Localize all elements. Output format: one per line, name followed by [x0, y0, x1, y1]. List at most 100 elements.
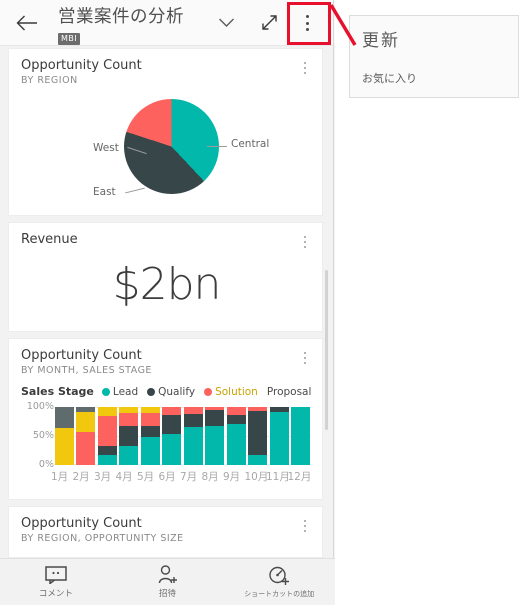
bar-segment-lead: [162, 433, 181, 465]
tile-title-block: Opportunity Count BY REGION, OPPORTUNITY…: [21, 516, 184, 544]
x-axis-tick: 1月: [51, 471, 69, 483]
tile-opportunity-count-by-region[interactable]: Opportunity Count BY REGION West Central…: [8, 48, 323, 216]
legend-item-solution[interactable]: Solution: [204, 386, 258, 398]
pie-disc: [124, 99, 219, 194]
fullscreen-button[interactable]: [255, 9, 283, 35]
tile-more-button-revenue[interactable]: [298, 233, 312, 251]
tile-title: Opportunity Count: [21, 348, 142, 363]
more-vertical-icon-dot-2: [303, 66, 307, 70]
pie-leader-east: [125, 187, 145, 194]
invite-person-add-icon: [158, 565, 177, 584]
tile-title: Revenue: [21, 232, 78, 247]
phone-viewport: 営業案件の分析 MBI Opportunity Count BY REGION …: [0, 0, 335, 605]
report-title-block: 営業案件の分析 MBI: [58, 3, 184, 46]
more-vertical-icon-dot-2: [305, 21, 309, 25]
tile-more-button-bar[interactable]: [298, 349, 312, 367]
more-vertical-icon-dot-1: [303, 235, 307, 238]
x-axis-tick: 5月: [137, 471, 155, 483]
screenshot-root: 営業案件の分析 MBI Opportunity Count BY REGION …: [0, 0, 520, 605]
page-title: 営業案件の分析: [58, 7, 184, 27]
x-axis-tick: 3月: [94, 471, 112, 483]
legend-swatch-solution: [204, 387, 213, 396]
bar-segment-solution: [140, 413, 160, 426]
nav-comment[interactable]: コメント: [0, 565, 112, 599]
viewport-edge-divider: [333, 0, 334, 558]
pie-leader-central: [207, 146, 227, 147]
tile-more-button-pie[interactable]: [298, 59, 312, 77]
bar-segment-lead: [226, 424, 246, 465]
tile-title-block: Revenue: [21, 232, 78, 247]
x-axis-tick: 4月: [115, 471, 133, 483]
more-vertical-icon-dot-2: [303, 524, 307, 528]
x-axis-tick: 9月: [223, 471, 241, 483]
pie-label-central: Central: [231, 138, 270, 150]
legend-label-qualify: Qualify: [158, 385, 196, 398]
bar-8月[interactable]: [205, 407, 224, 465]
x-axis-tick: 11月: [266, 471, 290, 483]
vertical-scrollbar[interactable]: [325, 270, 328, 430]
bar-segment-lead: [97, 454, 117, 465]
legend-item-qualify[interactable]: Qualify: [147, 386, 195, 398]
bar-7月[interactable]: [183, 407, 203, 465]
report-pages-dropdown-button[interactable]: [212, 9, 240, 35]
bar-segment-solution: [76, 431, 95, 465]
more-vertical-icon-dot-3: [305, 28, 309, 31]
x-axis-tick: 2月: [72, 471, 90, 483]
tile-revenue[interactable]: Revenue $2bn: [8, 222, 323, 332]
bar-4月[interactable]: [119, 407, 138, 465]
bar-segment-proposal: [97, 407, 117, 417]
workspace-badge: MBI: [58, 33, 81, 45]
menu-item-favorite[interactable]: お気に入り: [362, 70, 417, 86]
bar-12月[interactable]: [291, 407, 310, 465]
bar-segment-qualify: [97, 445, 117, 455]
bar-segment-qualify: [226, 414, 246, 425]
nav-add-shortcut[interactable]: ショートカットの追加: [223, 566, 335, 599]
bar-segment-qualify: [119, 426, 138, 447]
context-menu[interactable]: 更新 お気に入り: [349, 15, 519, 98]
legend-label-proposal: Proposal: [266, 385, 312, 398]
bar-3月[interactable]: [97, 407, 117, 465]
back-arrow-icon: [16, 15, 37, 31]
legend-title: Sales Stage: [21, 385, 94, 398]
bar-segment-qualify: [183, 413, 203, 428]
bar-5月[interactable]: [140, 407, 160, 465]
bar-2月[interactable]: [76, 407, 95, 465]
menu-item-refresh[interactable]: 更新: [362, 26, 400, 51]
x-axis-tick: 12月: [287, 471, 312, 483]
bar-segment-lead: [291, 407, 310, 465]
report-canvas[interactable]: Opportunity Count BY REGION West Central…: [0, 46, 335, 558]
add-shortcut-gauge-icon: [269, 566, 290, 585]
bar-6月[interactable]: [162, 407, 181, 465]
more-vertical-icon-dot-2: [303, 356, 307, 360]
y-axis-tick: 0%: [38, 459, 54, 470]
bar-segment-proposal: [54, 428, 74, 465]
nav-comment-label: コメント: [38, 588, 73, 599]
bar-segment-solution: [162, 407, 181, 416]
x-axis-tick: 10月: [244, 471, 269, 483]
tile-more-button-bottom[interactable]: [298, 517, 312, 535]
more-vertical-icon-dot-1: [303, 351, 307, 354]
revenue-value: $2bn: [112, 259, 222, 310]
bar-segment-lead: [205, 425, 224, 465]
bar-10月[interactable]: [248, 407, 267, 465]
bar-11月[interactable]: [269, 407, 289, 465]
legend-item-lead[interactable]: Lead: [101, 386, 138, 398]
legend-item-proposal[interactable]: Proposal: [267, 386, 312, 398]
back-button[interactable]: [10, 8, 44, 38]
bar-1月[interactable]: [54, 407, 74, 465]
more-vertical-icon-dot-1: [305, 15, 309, 18]
y-axis-tick: 100%: [26, 401, 54, 412]
tile-opportunity-count-by-month[interactable]: Opportunity Count BY MONTH, SALES STAGE …: [8, 338, 323, 500]
expand-diagonal-icon: [261, 14, 277, 30]
more-vertical-icon-dot-3: [303, 362, 307, 365]
tile-opportunity-count-by-region-size[interactable]: Opportunity Count BY REGION, OPPORTUNITY…: [8, 506, 323, 558]
tile-title: Opportunity Count: [21, 516, 142, 531]
more-vertical-icon-dot-1: [303, 61, 307, 64]
x-axis-tick: 8月: [201, 471, 219, 483]
more-options-button[interactable]: [294, 9, 320, 37]
nav-invite[interactable]: 招待: [112, 565, 224, 599]
bar-segment-qualify: [205, 409, 224, 426]
x-axis-tick: 6月: [158, 471, 176, 483]
bar-9月[interactable]: [226, 407, 246, 465]
chart-legend: Sales Stage Lead Qualify Solution Proposal: [21, 385, 315, 398]
